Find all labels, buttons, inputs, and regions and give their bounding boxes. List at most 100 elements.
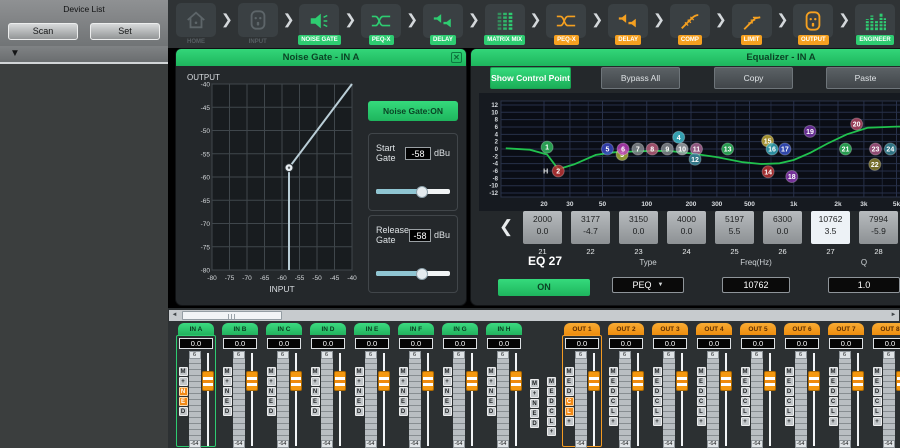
channel-button-d[interactable]: D xyxy=(223,407,232,416)
channel-button-c[interactable]: C xyxy=(653,397,662,406)
noise-gate-on-button[interactable]: Noise Gate:ON xyxy=(368,101,458,121)
channel-button-n[interactable]: N xyxy=(355,387,364,396)
channel-button-n[interactable]: N xyxy=(311,387,320,396)
nav-item-input[interactable]: INPUT xyxy=(234,3,282,45)
fader-handle[interactable] xyxy=(632,371,644,391)
band-cell[interactable]: 7994-5.9 xyxy=(859,211,898,244)
channel-gain-value[interactable]: 0.0 xyxy=(311,338,345,349)
fader[interactable] xyxy=(852,351,864,448)
channel-button-plus[interactable]: + xyxy=(399,377,408,386)
channel-button-m[interactable]: M xyxy=(223,367,232,376)
channel-button-e[interactable]: E xyxy=(697,377,706,386)
channel-button-c[interactable]: C xyxy=(873,397,882,406)
channel-button-d[interactable]: D xyxy=(829,387,838,396)
channel-gain-value[interactable]: 0.0 xyxy=(487,338,521,349)
channel-button-d[interactable]: D xyxy=(267,407,276,416)
nav-item-limit[interactable]: LIMIT xyxy=(728,4,776,45)
fader-handle[interactable] xyxy=(334,371,346,391)
channel-gain-value[interactable]: 0.0 xyxy=(653,338,687,349)
channel-button-plus[interactable]: + xyxy=(873,417,882,426)
nav-item-delay[interactable]: DELAY xyxy=(604,4,652,45)
bus-button-plus[interactable]: + xyxy=(530,389,539,398)
channel-button-e[interactable]: E xyxy=(873,377,882,386)
channel-tab[interactable]: IN B xyxy=(222,323,258,335)
channel-button-d[interactable]: D xyxy=(785,387,794,396)
fader[interactable] xyxy=(720,351,732,448)
bus-button-d[interactable]: D xyxy=(547,397,556,406)
nav-item-noise-gate[interactable]: NOISE GATE xyxy=(295,4,343,45)
bus-button-m[interactable]: M xyxy=(547,377,556,386)
channel-button-m[interactable]: M xyxy=(653,367,662,376)
fader-handle[interactable] xyxy=(246,371,258,391)
bus-button-n[interactable]: N xyxy=(530,399,539,408)
band-cell[interactable]: 51975.5 xyxy=(715,211,754,244)
fader-handle[interactable] xyxy=(510,371,522,391)
fader-handle[interactable] xyxy=(764,371,776,391)
channel-gain-value[interactable]: 0.0 xyxy=(829,338,863,349)
fader[interactable] xyxy=(378,351,390,448)
scrollbar-right-arrow-icon[interactable]: ► xyxy=(888,310,899,321)
channel-button-m[interactable]: M xyxy=(873,367,882,376)
noise-gate-graph[interactable]: OUTPUT-40-45-50-55-60-65-70-75-80-80-75-… xyxy=(184,70,360,302)
channel-button-d[interactable]: D xyxy=(355,407,364,416)
band-cell[interactable]: 40000.0 xyxy=(667,211,706,244)
channel-gain-value[interactable]: 0.0 xyxy=(443,338,477,349)
fader-handle[interactable] xyxy=(202,371,214,391)
bus-button-plus[interactable]: + xyxy=(547,427,556,436)
channel-button-e[interactable]: E xyxy=(609,377,618,386)
paste-button[interactable]: Paste xyxy=(826,67,900,89)
fader[interactable] xyxy=(466,351,478,448)
channel-button-l[interactable]: L xyxy=(873,407,882,416)
channel-button-n[interactable]: N xyxy=(487,387,496,396)
channel-button-l[interactable]: L xyxy=(565,407,574,416)
device-dropdown[interactable]: ▼ xyxy=(0,46,168,64)
channel-button-d[interactable]: D xyxy=(741,387,750,396)
channel-button-plus[interactable]: + xyxy=(653,417,662,426)
bus-button-c[interactable]: C xyxy=(547,407,556,416)
fader-handle[interactable] xyxy=(378,371,390,391)
channel-button-e[interactable]: E xyxy=(829,377,838,386)
scrollbar-thumb[interactable] xyxy=(182,311,282,320)
channel-button-plus[interactable]: + xyxy=(443,377,452,386)
channel-button-plus[interactable]: + xyxy=(267,377,276,386)
channel-button-m[interactable]: M xyxy=(697,367,706,376)
nav-item-home[interactable]: HOME xyxy=(172,3,220,45)
channel-button-e[interactable]: E xyxy=(565,377,574,386)
channel-tab[interactable]: OUT 6 xyxy=(784,323,820,335)
channel-tab[interactable]: OUT 8 xyxy=(872,323,900,335)
channel-tab[interactable]: IN C xyxy=(266,323,302,335)
channel-button-e[interactable]: E xyxy=(179,397,188,406)
channel-tab[interactable]: IN A xyxy=(178,323,214,335)
channel-button-m[interactable]: M xyxy=(311,367,320,376)
start-gate-value[interactable]: -58 xyxy=(405,147,431,160)
mixer-scrollbar[interactable]: ◄ ► xyxy=(169,310,899,321)
channel-gain-value[interactable]: 0.0 xyxy=(179,338,213,349)
channel-tab[interactable]: OUT 2 xyxy=(608,323,644,335)
channel-gain-value[interactable]: 0.0 xyxy=(223,338,257,349)
channel-button-plus[interactable]: + xyxy=(311,377,320,386)
channel-gain-value[interactable]: 0.0 xyxy=(565,338,599,349)
channel-tab[interactable]: OUT 1 xyxy=(564,323,600,335)
start-gate-slider[interactable] xyxy=(376,189,450,194)
channel-button-d[interactable]: D xyxy=(399,407,408,416)
bus-button-m[interactable]: M xyxy=(530,379,539,388)
scan-button[interactable]: Scan xyxy=(8,23,78,40)
channel-button-d[interactable]: D xyxy=(311,407,320,416)
band-cell[interactable]: 107623.5 xyxy=(811,211,850,244)
slider-knob[interactable] xyxy=(416,268,428,280)
channel-button-l[interactable]: L xyxy=(785,407,794,416)
channel-button-l[interactable]: L xyxy=(609,407,618,416)
channel-button-e[interactable]: E xyxy=(487,397,496,406)
fader[interactable] xyxy=(422,351,434,448)
channel-button-n[interactable]: N xyxy=(399,387,408,396)
band-cell[interactable]: 63000.0 xyxy=(763,211,802,244)
fader-handle[interactable] xyxy=(422,371,434,391)
bus-button-e[interactable]: E xyxy=(547,387,556,396)
channel-button-d[interactable]: D xyxy=(443,407,452,416)
channel-button-m[interactable]: M xyxy=(487,367,496,376)
band-cell[interactable]: 20000.0 xyxy=(523,211,562,244)
channel-button-plus[interactable]: + xyxy=(741,417,750,426)
copy-button[interactable]: Copy xyxy=(714,67,793,89)
nav-item-matrix-mix[interactable]: MATRIX MIX xyxy=(481,4,529,45)
fader[interactable] xyxy=(510,351,522,448)
